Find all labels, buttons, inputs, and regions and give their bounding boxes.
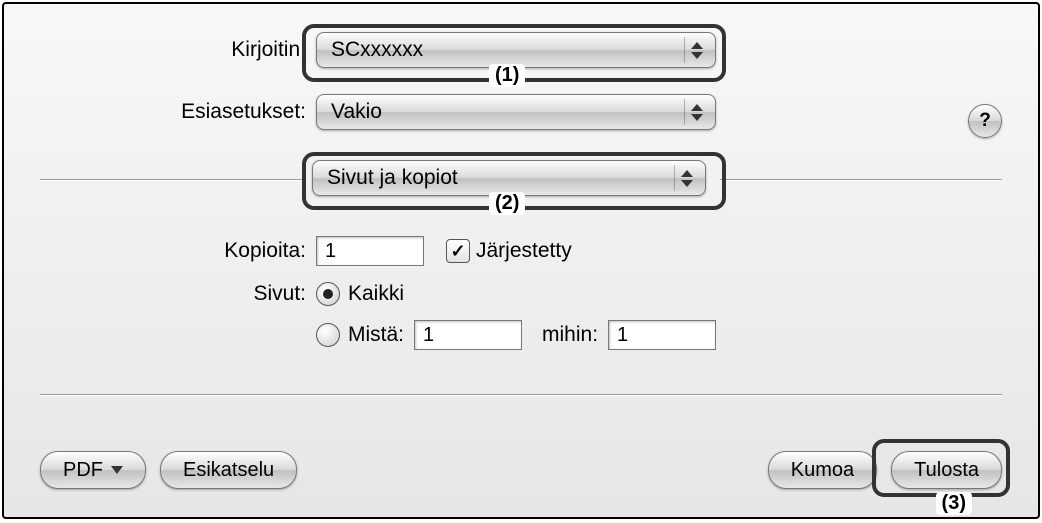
pages-all-radio[interactable] <box>316 282 340 306</box>
print-button-label: Tulosta <box>914 459 979 482</box>
stepper-arrows-icon <box>684 37 709 63</box>
pages-all-label: Kaikki <box>348 282 404 306</box>
pane-select-value: Sivut ja kopiot <box>327 166 458 190</box>
bottom-bar: PDF Esikatselu Kumoa Tulosta <box>40 451 1002 489</box>
preview-button[interactable]: Esikatselu <box>160 451 297 489</box>
printer-select[interactable]: SCxxxxxx <box>316 32 716 68</box>
help-icon: ? <box>979 110 991 132</box>
pane-select[interactable]: Sivut ja kopiot <box>312 160 706 196</box>
presets-select[interactable]: Vakio <box>316 94 716 130</box>
checkmark-icon: ✓ <box>450 242 465 260</box>
dropdown-triangle-icon <box>111 466 123 474</box>
help-button[interactable]: ? <box>968 104 1002 138</box>
pdf-menu-button[interactable]: PDF <box>40 451 146 489</box>
pages-label: Sivut: <box>4 282 316 306</box>
callout-1-label: (1) <box>489 64 525 87</box>
stepper-arrows-icon <box>684 99 709 125</box>
cancel-button-label: Kumoa <box>791 459 854 482</box>
print-button[interactable]: Tulosta <box>891 451 1002 489</box>
printer-select-value: SCxxxxxx <box>331 38 423 62</box>
pages-to-input[interactable] <box>608 320 716 350</box>
pages-from-label: Mistä: <box>348 323 404 347</box>
divider <box>720 179 1002 180</box>
pages-to-label: mihin: <box>542 323 598 347</box>
collated-checkbox[interactable]: ✓ <box>446 239 470 263</box>
collated-label: Järjestetty <box>476 239 572 263</box>
pages-range-radio[interactable] <box>316 323 340 347</box>
printer-label: Kirjoitin: <box>4 38 316 62</box>
presets-label: Esiasetukset: <box>4 100 316 124</box>
presets-select-value: Vakio <box>331 100 382 124</box>
callout-2-label: (2) <box>489 192 525 215</box>
copies-label: Kopioita: <box>4 239 316 263</box>
copies-input[interactable] <box>316 236 424 266</box>
divider <box>40 394 1002 395</box>
print-dialog: Kirjoitin: SCxxxxxx (1) Esiasetukset: Va… <box>2 2 1040 519</box>
pdf-button-label: PDF <box>63 459 103 482</box>
cancel-button[interactable]: Kumoa <box>768 451 877 489</box>
divider <box>40 179 302 180</box>
callout-3-label: (3) <box>936 492 972 515</box>
stepper-arrows-icon <box>674 165 699 191</box>
pages-from-input[interactable] <box>414 320 522 350</box>
preview-button-label: Esikatselu <box>183 459 274 482</box>
